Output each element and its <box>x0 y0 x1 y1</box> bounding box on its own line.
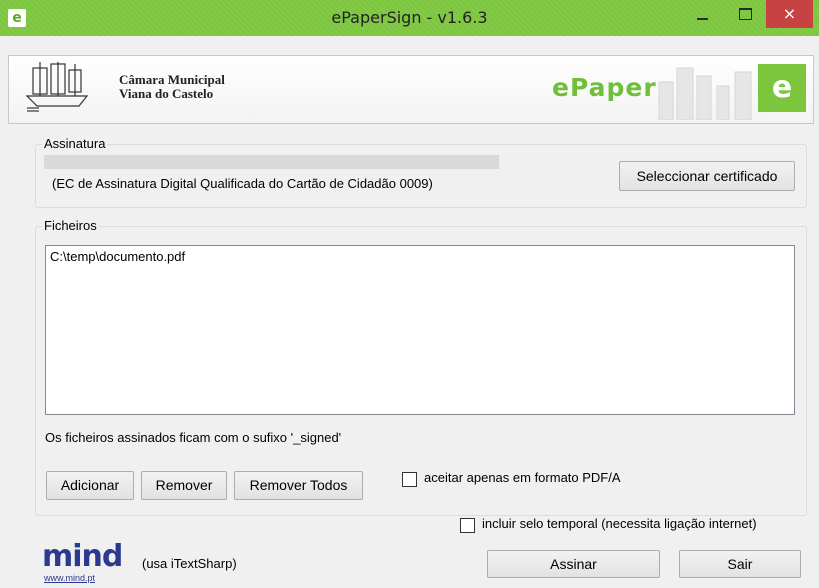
signed-suffix-note: Os ficheiros assinados ficam com o sufix… <box>45 430 342 445</box>
timestamp-checkbox[interactable] <box>460 518 475 533</box>
close-icon: × <box>782 4 797 23</box>
pdfa-only-label[interactable]: aceitar apenas em formato PDF/A <box>424 470 621 485</box>
files-list[interactable]: C:\temp\documento.pdf <box>45 245 795 415</box>
organization-line-1: Câmara Municipal <box>119 72 225 87</box>
organization-name: Câmara Municipal Viana do Castelo <box>119 73 225 101</box>
itextsharp-note: (usa iTextSharp) <box>142 556 237 571</box>
header-banner: Câmara Municipal Viana do Castelo ePaper… <box>8 55 814 124</box>
ship-crest-icon <box>25 62 89 112</box>
minimize-button[interactable] <box>679 0 725 30</box>
brand-tile: e <box>758 64 806 112</box>
remove-button[interactable]: Remover <box>141 471 227 500</box>
maximize-icon <box>739 8 752 20</box>
mind-link[interactable]: www.mind.pt <box>44 573 95 583</box>
certificate-name-redacted <box>44 155 499 169</box>
mind-logo: mind <box>42 539 123 574</box>
list-item[interactable]: C:\temp\documento.pdf <box>46 246 794 267</box>
buildings-icon <box>658 67 752 120</box>
pdfa-only-checkbox[interactable] <box>402 472 417 487</box>
signature-group: Assinatura (EC de Assinatura Digital Qua… <box>35 136 807 208</box>
sign-button[interactable]: Assinar <box>487 550 660 578</box>
maximize-button[interactable] <box>723 0 769 30</box>
select-certificate-button[interactable]: Seleccionar certificado <box>619 161 795 191</box>
minimize-icon <box>697 18 708 20</box>
signature-legend: Assinatura <box>42 136 108 152</box>
organization-line-2: Viana do Castelo <box>119 86 214 101</box>
close-button[interactable]: × <box>766 0 813 28</box>
title-bar[interactable]: e ePaperSign - v1.6.3 × <box>0 0 819 36</box>
files-group: Ficheiros C:\temp\documento.pdf Os fiche… <box>35 218 807 516</box>
brand-logo: ePaper <box>552 73 657 102</box>
timestamp-label[interactable]: incluir selo temporal (necessita ligação… <box>482 516 757 531</box>
exit-button[interactable]: Sair <box>679 550 801 578</box>
certificate-description: (EC de Assinatura Digital Qualificada do… <box>52 176 433 191</box>
brand-tile-icon: e <box>771 70 793 105</box>
add-button[interactable]: Adicionar <box>46 471 134 500</box>
app-window: e ePaperSign - v1.6.3 × Câmara Municipal… <box>0 0 819 588</box>
remove-all-button[interactable]: Remover Todos <box>234 471 363 500</box>
files-legend: Ficheiros <box>42 218 99 234</box>
